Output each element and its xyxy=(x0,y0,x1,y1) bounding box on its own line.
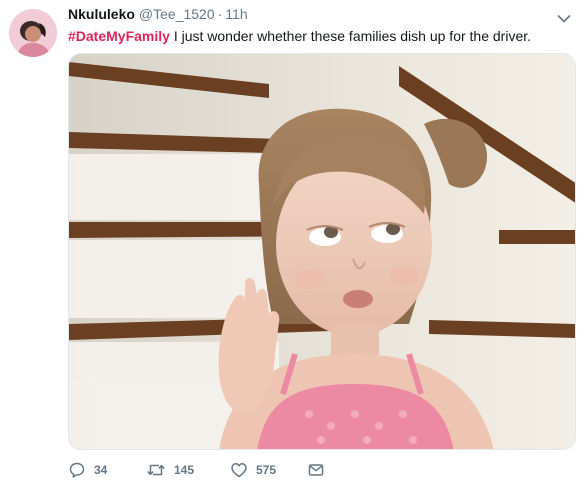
chevron-down-icon[interactable] xyxy=(557,11,571,23)
display-name[interactable]: Nkululeko xyxy=(68,6,135,22)
tweet-header: Nkululeko @Tee_1520 · 11h xyxy=(68,6,248,24)
tweet-photo[interactable] xyxy=(68,53,576,450)
separator-dot: · xyxy=(217,6,223,22)
timestamp[interactable]: 11h xyxy=(225,6,247,22)
avatar[interactable] xyxy=(9,9,57,57)
retweet-button[interactable]: 145 xyxy=(146,460,194,480)
tweet-card[interactable]: Nkululeko @Tee_1520 · 11h #DateMyFamily … xyxy=(0,0,584,487)
reply-count: 34 xyxy=(94,463,108,477)
reply-button[interactable]: 34 xyxy=(68,460,107,480)
direct-message-button[interactable] xyxy=(307,460,325,480)
retweet-count: 145 xyxy=(174,463,195,477)
envelope-icon xyxy=(307,461,325,479)
like-count: 575 xyxy=(256,463,277,477)
retweet-icon xyxy=(146,461,166,479)
tweet-text: #DateMyFamily I just wonder whether thes… xyxy=(68,27,531,45)
like-button[interactable]: 575 xyxy=(230,460,276,480)
user-handle[interactable]: @Tee_1520 xyxy=(139,6,215,22)
reply-icon xyxy=(68,461,86,479)
tweet-body: I just wonder whether these families dis… xyxy=(169,28,532,44)
heart-icon xyxy=(230,461,248,479)
tweet-actions: 34 145 575 xyxy=(68,460,368,480)
hashtag-link[interactable]: #DateMyFamily xyxy=(68,28,170,44)
